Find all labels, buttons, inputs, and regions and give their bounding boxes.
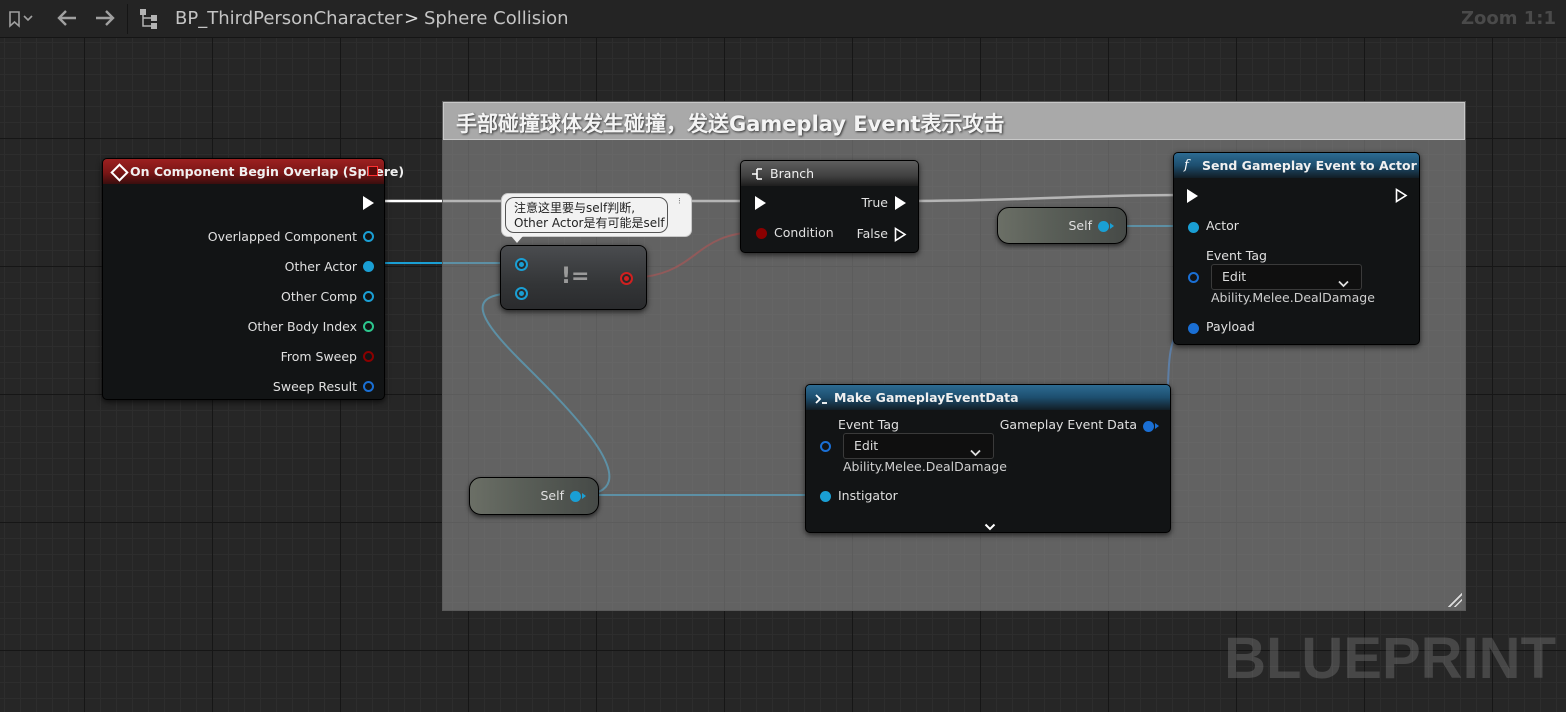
send-tag-value: Ability.Melee.DealDamage	[1211, 290, 1375, 305]
breadcrumb-separator: >	[404, 8, 420, 29]
pin-condition[interactable]	[756, 228, 767, 239]
branch-true-label: True	[861, 195, 888, 210]
self-output-arrow-top	[1110, 223, 1114, 229]
pin-label-other-body-index: Other Body Index	[247, 319, 357, 334]
resize-handle-icon[interactable]	[1448, 593, 1462, 607]
zoom-level: Zoom 1:1	[1460, 8, 1556, 29]
comment-title: 手部碰撞球体发生碰撞，发送Gameplay Event表示攻击	[456, 112, 1005, 136]
send-node-header: f Send Gameplay Event to Actor	[1174, 153, 1419, 178]
self-output-pin-top[interactable]	[1098, 221, 1109, 232]
pin-other-body-index[interactable]	[363, 321, 374, 332]
self-label-top: Self	[1068, 218, 1093, 233]
event-pin-row: From Sweep	[281, 346, 374, 365]
pin-actor[interactable]	[1188, 222, 1199, 233]
send-gameplay-event-node[interactable]: f Send Gameplay Event to Actor Actor Eve…	[1173, 152, 1420, 345]
make-dropdown-value: Edit	[854, 438, 879, 453]
exec-out-pin[interactable]	[363, 196, 374, 210]
branch-condition-label: Condition	[774, 225, 834, 240]
event-tag-dropdown[interactable]: Edit	[1211, 264, 1362, 290]
delegate-pin[interactable]	[368, 166, 378, 176]
exec-in-pin[interactable]	[755, 196, 766, 210]
event-node-begin-overlap[interactable]: On Component Begin Overlap (Sphere) Over…	[102, 158, 404, 400]
pin-a-input[interactable]	[515, 258, 528, 271]
event-pin-row: Other Comp	[281, 286, 374, 305]
exec-out-pin[interactable]	[1395, 188, 1408, 207]
send-node-title: Send Gameplay Event to Actor	[1202, 158, 1417, 173]
pin-overlapped-component[interactable]	[363, 231, 374, 242]
make-output-label: Gameplay Event Data	[999, 417, 1137, 432]
function-icon: f	[1184, 158, 1189, 173]
breadcrumb-root[interactable]: BP_ThirdPersonCharacter	[175, 0, 402, 37]
self-node-bottom[interactable]: Self	[469, 477, 599, 515]
make-event-tag-dropdown[interactable]: Edit	[843, 433, 994, 459]
pin-event-tag[interactable]	[1188, 272, 1199, 283]
self-output-pin-bottom[interactable]	[570, 491, 581, 502]
self-node-top[interactable]: Self	[997, 207, 1127, 244]
breadcrumb-current[interactable]: Sphere Collision	[424, 0, 569, 37]
blueprint-watermark: BLUEPRINT	[1224, 626, 1556, 691]
event-pin-row: Other Actor	[285, 256, 374, 275]
make-gameplay-event-data-node[interactable]: Make GameplayEventData Event Tag Edit Ab…	[805, 384, 1171, 533]
make-instigator-label: Instigator	[838, 488, 898, 503]
pin-sweep-result[interactable]	[363, 381, 374, 392]
arrow-right-icon[interactable]	[92, 0, 118, 41]
pin-instigator[interactable]	[820, 491, 831, 502]
not-equal-node[interactable]: !=	[500, 245, 647, 310]
pin-gameplay-event-data-output[interactable]	[1143, 421, 1154, 432]
send-payload-label: Payload	[1206, 319, 1255, 334]
pin-other-actor[interactable]	[363, 261, 374, 272]
event-node-title: On Component Begin Overlap (Sphere)	[130, 164, 405, 179]
make-struct-icon	[814, 391, 828, 410]
not-equal-symbol: !=	[561, 264, 590, 289]
pin-label-sweep-result: Sweep Result	[272, 379, 357, 394]
branch-node[interactable]: Branch True Condition False	[740, 160, 919, 253]
toolbar: BP_ThirdPersonCharacter > Sphere Collisi…	[0, 0, 1566, 38]
event-tag-dropdown-value: Edit	[1222, 269, 1247, 284]
exec-in-pin[interactable]	[1187, 189, 1198, 203]
self-label-bottom: Self	[540, 488, 565, 503]
pin-label-from-sweep: From Sweep	[280, 349, 357, 364]
bookmark-icon[interactable]	[6, 0, 40, 49]
send-event-tag-label: Event Tag	[1206, 248, 1267, 263]
make-tag-value: Ability.Melee.DealDamage	[843, 459, 1007, 474]
make-node-title: Make GameplayEventData	[834, 390, 1019, 405]
expand-chevron-icon[interactable]	[984, 517, 996, 536]
pin-label-other-actor: Other Actor	[284, 259, 357, 274]
pin-other-comp[interactable]	[363, 291, 374, 302]
branch-node-header: Branch	[741, 161, 918, 186]
send-actor-label: Actor	[1206, 218, 1239, 233]
self-output-arrow-bottom	[582, 493, 586, 499]
make-event-tag-label: Event Tag	[838, 417, 899, 432]
pin-label-overlapped-component: Overlapped Component	[207, 229, 357, 244]
pin-bool-output[interactable]	[620, 272, 633, 285]
event-node-header: On Component Begin Overlap (Sphere)	[103, 159, 404, 184]
branch-node-title: Branch	[770, 166, 815, 181]
make-node-header: Make GameplayEventData	[806, 385, 1170, 410]
comment-bubble-line2: Other Actor是有可能是self	[514, 216, 665, 230]
pin-b-input[interactable]	[515, 287, 528, 300]
exec-true-pin[interactable]	[895, 196, 906, 210]
pin-from-sweep[interactable]	[363, 351, 374, 362]
pin-make-event-tag[interactable]	[820, 441, 831, 452]
bubble-pointer	[511, 236, 523, 243]
event-pin-row: Overlapped Component	[208, 226, 374, 245]
arrow-left-icon[interactable]	[54, 0, 80, 41]
exec-false-pin[interactable]	[894, 227, 907, 246]
branch-false-label: False	[856, 226, 888, 241]
hierarchy-icon	[137, 0, 163, 41]
pin-label-other-comp: Other Comp	[281, 289, 357, 304]
comment-header[interactable]: 手部碰撞球体发生碰撞，发送Gameplay Event表示攻击	[443, 102, 1465, 140]
event-diamond-icon	[110, 163, 129, 182]
branch-icon	[749, 166, 765, 186]
pin-bubble-icon[interactable]: ⁝	[678, 198, 686, 214]
event-pin-row: Sweep Result	[273, 376, 374, 395]
node-comment-bubble[interactable]: 注意这里要与self判断, Other Actor是有可能是self ⁝	[501, 193, 692, 243]
pin-payload[interactable]	[1188, 323, 1199, 334]
output-arrow	[1155, 423, 1159, 429]
event-pin-row: Other Body Index	[248, 316, 374, 335]
